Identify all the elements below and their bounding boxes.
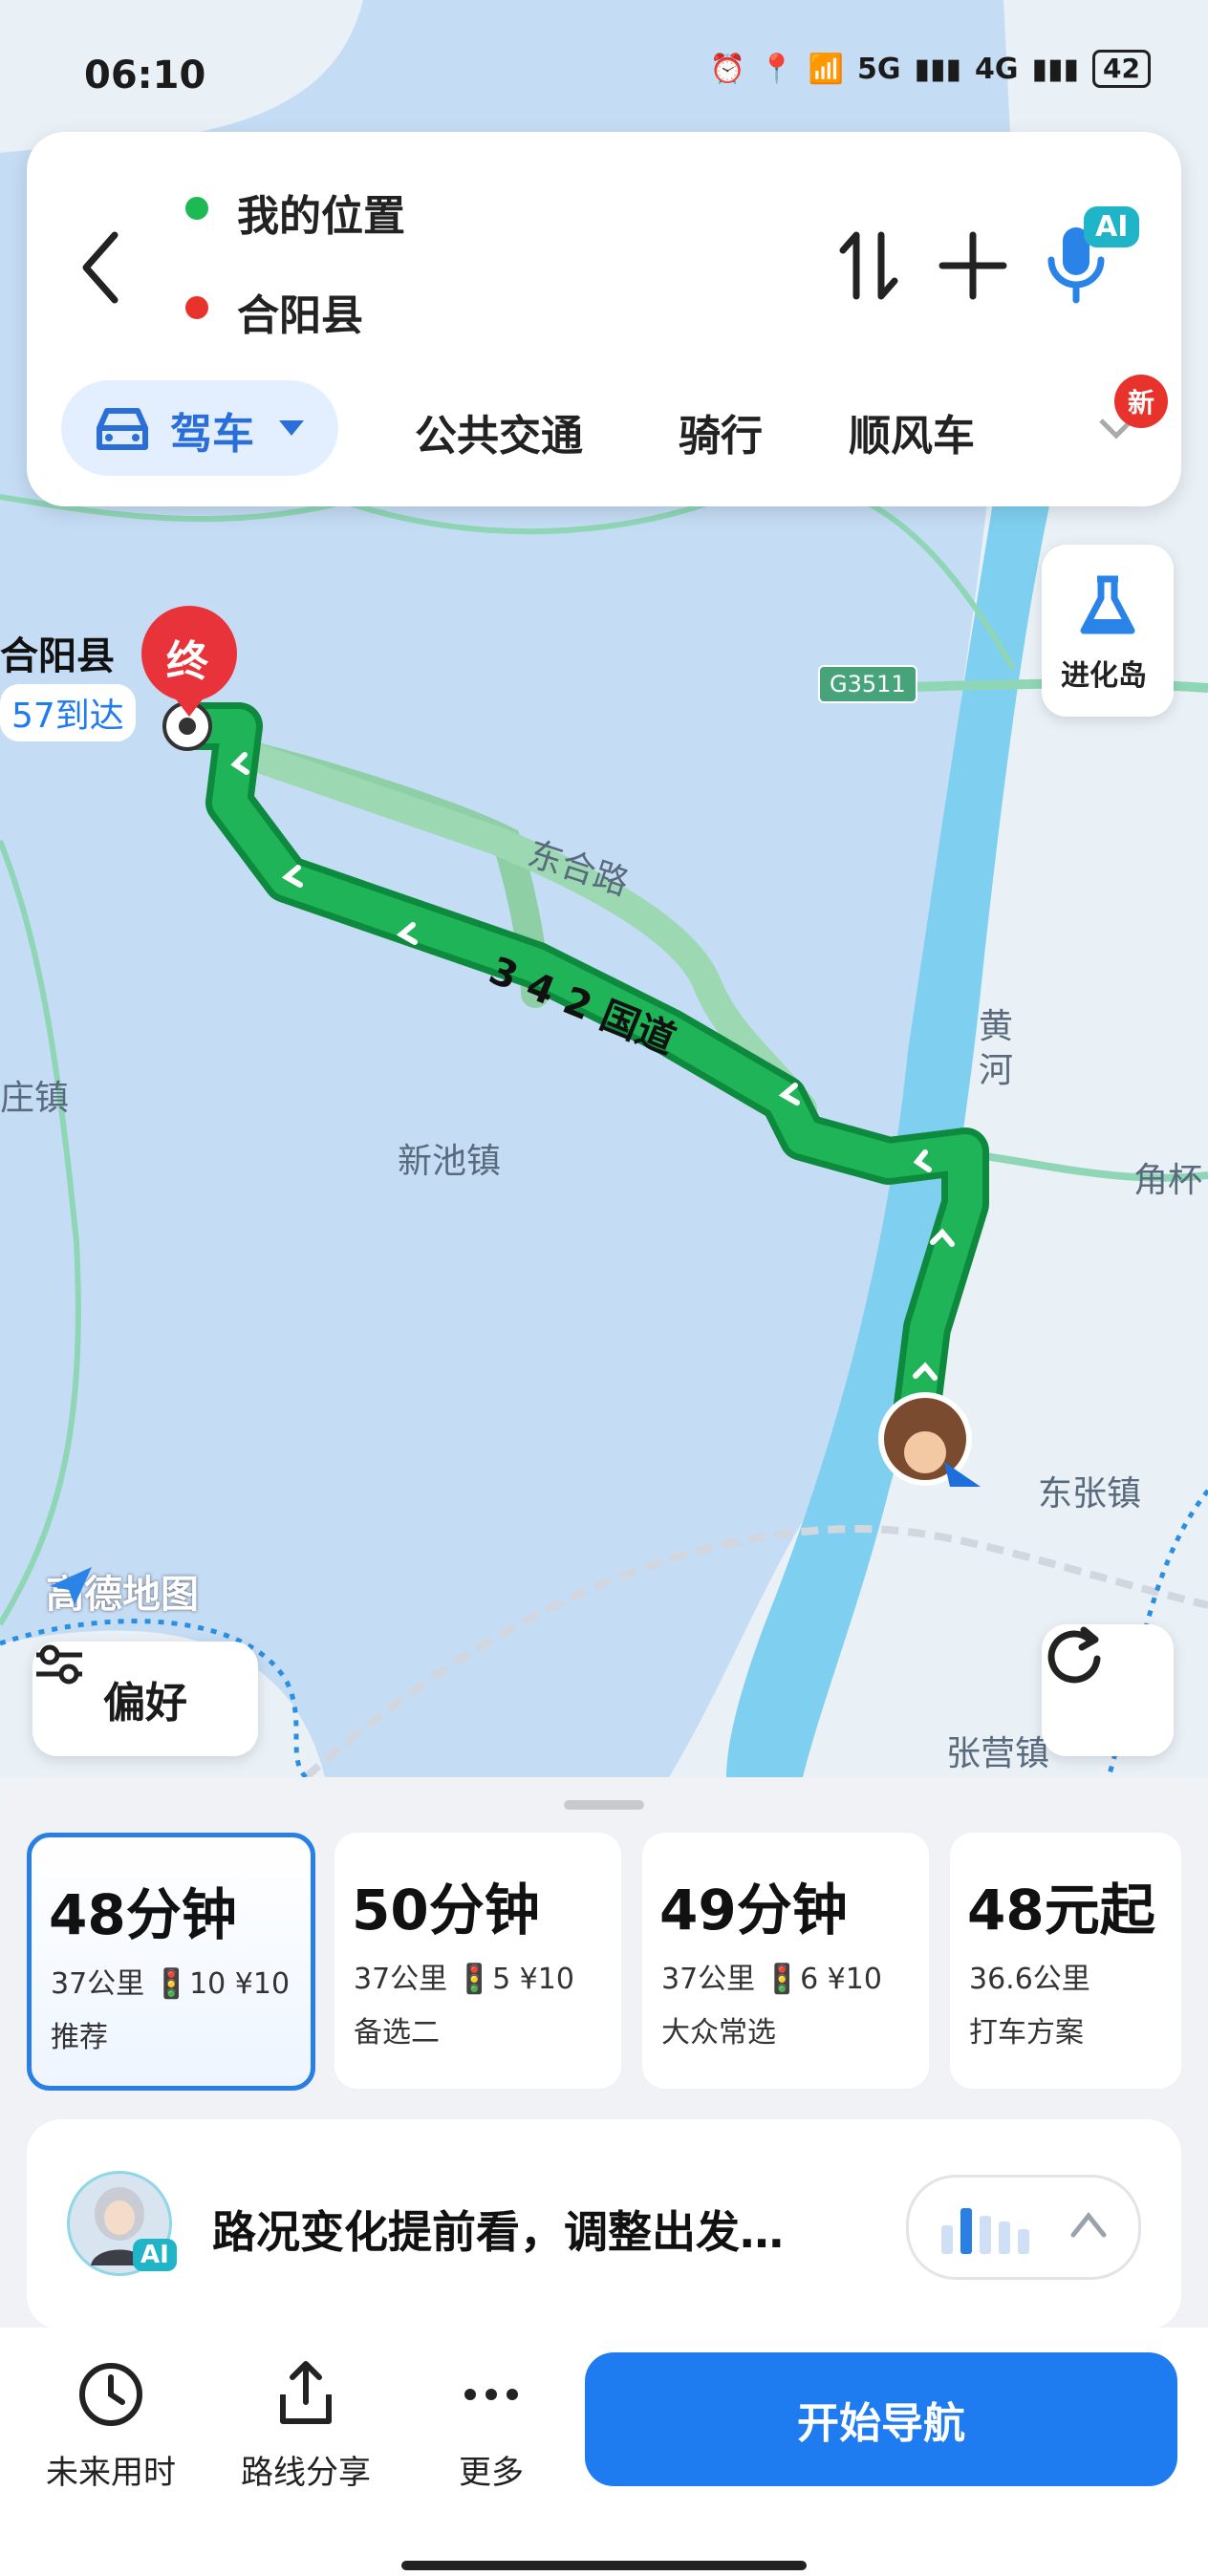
route-option-detail: 37公里 🚦5 ¥10: [354, 1963, 574, 1996]
ai-voice-button[interactable]: AI: [1040, 206, 1145, 311]
wifi-icon: 📶: [808, 52, 844, 86]
car-icon: [97, 408, 148, 450]
preference-button[interactable]: 偏好: [32, 1642, 258, 1756]
amap-watermark: 高德地图: [46, 1563, 199, 1619]
refresh-icon: [1047, 1626, 1101, 1684]
swap-icon[interactable]: [835, 227, 902, 304]
route-option-detail: 37公里 🚦6 ¥10: [661, 1963, 882, 1996]
route-option-time: 48分钟: [49, 1882, 237, 1947]
destination-name: 合阳县: [0, 634, 115, 678]
refresh-button[interactable]: [1042, 1624, 1174, 1756]
taxi-option-detail: 36.6公里: [969, 1963, 1090, 1996]
tab-driving[interactable]: 驾车: [61, 380, 338, 476]
chevron-up-icon: [1070, 2211, 1107, 2238]
origin-field[interactable]: 我的位置: [237, 182, 405, 243]
route-option-card[interactable]: 50分钟 37公里 🚦5 ¥10 备选二: [334, 1833, 621, 2089]
route-option-detail: 37公里 🚦10 ¥10: [51, 1967, 291, 2001]
location-icon: 📍: [759, 52, 795, 86]
ai-badge: AI: [1084, 206, 1140, 247]
route-search-card: 我的位置 合阳县 AI 驾车 公共交通 骑行 顺风车 新: [27, 132, 1181, 506]
new-badge: 新: [1114, 375, 1168, 428]
evolution-island-button[interactable]: 进化岛: [1042, 545, 1174, 717]
end-marker-label: 终: [166, 637, 208, 686]
place-zhuang: 庄镇: [0, 1079, 70, 1118]
sheet-handle[interactable]: [564, 1800, 644, 1810]
future-time-label: 未来用时: [46, 2454, 176, 2492]
network-4g: 4G: [975, 52, 1019, 86]
caret-down-icon: [279, 420, 304, 436]
battery-level: 42: [1092, 50, 1151, 88]
signal-icon: ▮▮▮: [914, 52, 961, 86]
amap-logo-icon: [50, 1567, 92, 1605]
status-time: 06:10: [84, 54, 206, 97]
highway-shield: G3511: [818, 665, 917, 703]
destination-eta: 57到达: [0, 684, 136, 741]
destination-field[interactable]: 合阳县: [237, 281, 363, 342]
taxi-option-card[interactable]: 48元起 36.6公里 打车方案: [950, 1833, 1181, 2089]
tab-cycling[interactable]: 骑行: [679, 401, 763, 462]
river-label: 黄河: [979, 1007, 1014, 1090]
place-jiaobei: 角杯: [1133, 1161, 1203, 1200]
share-icon: [280, 2361, 332, 2424]
start-navigation-button[interactable]: 开始导航: [585, 2352, 1177, 2486]
flask-icon: [1080, 575, 1135, 634]
taxi-option-price: 48元起: [967, 1878, 1155, 1943]
origin-dot: [185, 197, 208, 220]
add-waypoint-icon[interactable]: [938, 231, 1007, 300]
tab-driving-label: 驾车: [170, 410, 254, 459]
ai-traffic-card[interactable]: AI 路况变化提前看，调整出发…: [27, 2119, 1181, 2329]
more-label: 更多: [459, 2454, 524, 2492]
ai-avatar: AI: [67, 2171, 177, 2276]
place-dongzhang: 东张镇: [1038, 1474, 1142, 1513]
route-option-card[interactable]: 49分钟 37公里 🚦6 ¥10 大众常选: [642, 1833, 929, 2089]
preference-label: 偏好: [103, 1679, 187, 1728]
destination-dot: [185, 296, 208, 319]
more-button[interactable]: 更多: [415, 2356, 568, 2493]
signal-icon-2: ▮▮▮: [1031, 52, 1080, 86]
ai-expand-button[interactable]: [906, 2175, 1141, 2280]
route-option-tag: 大众常选: [661, 2016, 776, 2050]
sliders-icon: [36, 1644, 82, 1685]
route-option-time: 50分钟: [352, 1878, 540, 1943]
evolution-island-label: 进化岛: [1061, 659, 1147, 693]
taxi-option-tag: 打车方案: [969, 2016, 1084, 2050]
audio-bars-icon: [941, 2208, 1029, 2254]
alarm-icon: ⏰: [709, 52, 746, 86]
place-xinchi: 新池镇: [398, 1142, 502, 1181]
ai-avatar-badge: AI: [133, 2239, 177, 2271]
share-route-button[interactable]: 路线分享: [229, 2356, 382, 2493]
route-option-time: 49分钟: [659, 1878, 848, 1943]
clock-icon: [79, 2363, 142, 2426]
home-indicator[interactable]: [401, 2561, 807, 2570]
share-route-label: 路线分享: [241, 2454, 371, 2492]
place-zhangying: 张营镇: [946, 1734, 1050, 1773]
network-5g: 5G: [856, 52, 901, 86]
tab-carpool[interactable]: 顺风车: [849, 401, 975, 462]
ai-traffic-text: 路况变化提前看，调整出发…: [212, 2206, 784, 2258]
route-option-tag: 推荐: [51, 2021, 108, 2054]
tab-transit[interactable]: 公共交通: [415, 401, 583, 462]
back-icon[interactable]: [76, 229, 124, 306]
route-option-card[interactable]: 48分钟 37公里 🚦10 ¥10 推荐: [27, 1833, 315, 2091]
route-option-tag: 备选二: [354, 2016, 440, 2050]
more-dots-icon: [464, 2389, 518, 2400]
future-time-button[interactable]: 未来用时: [34, 2356, 187, 2493]
status-icons: ⏰ 📍 📶 5G ▮▮▮ 4G ▮▮▮ 42: [710, 50, 1151, 88]
